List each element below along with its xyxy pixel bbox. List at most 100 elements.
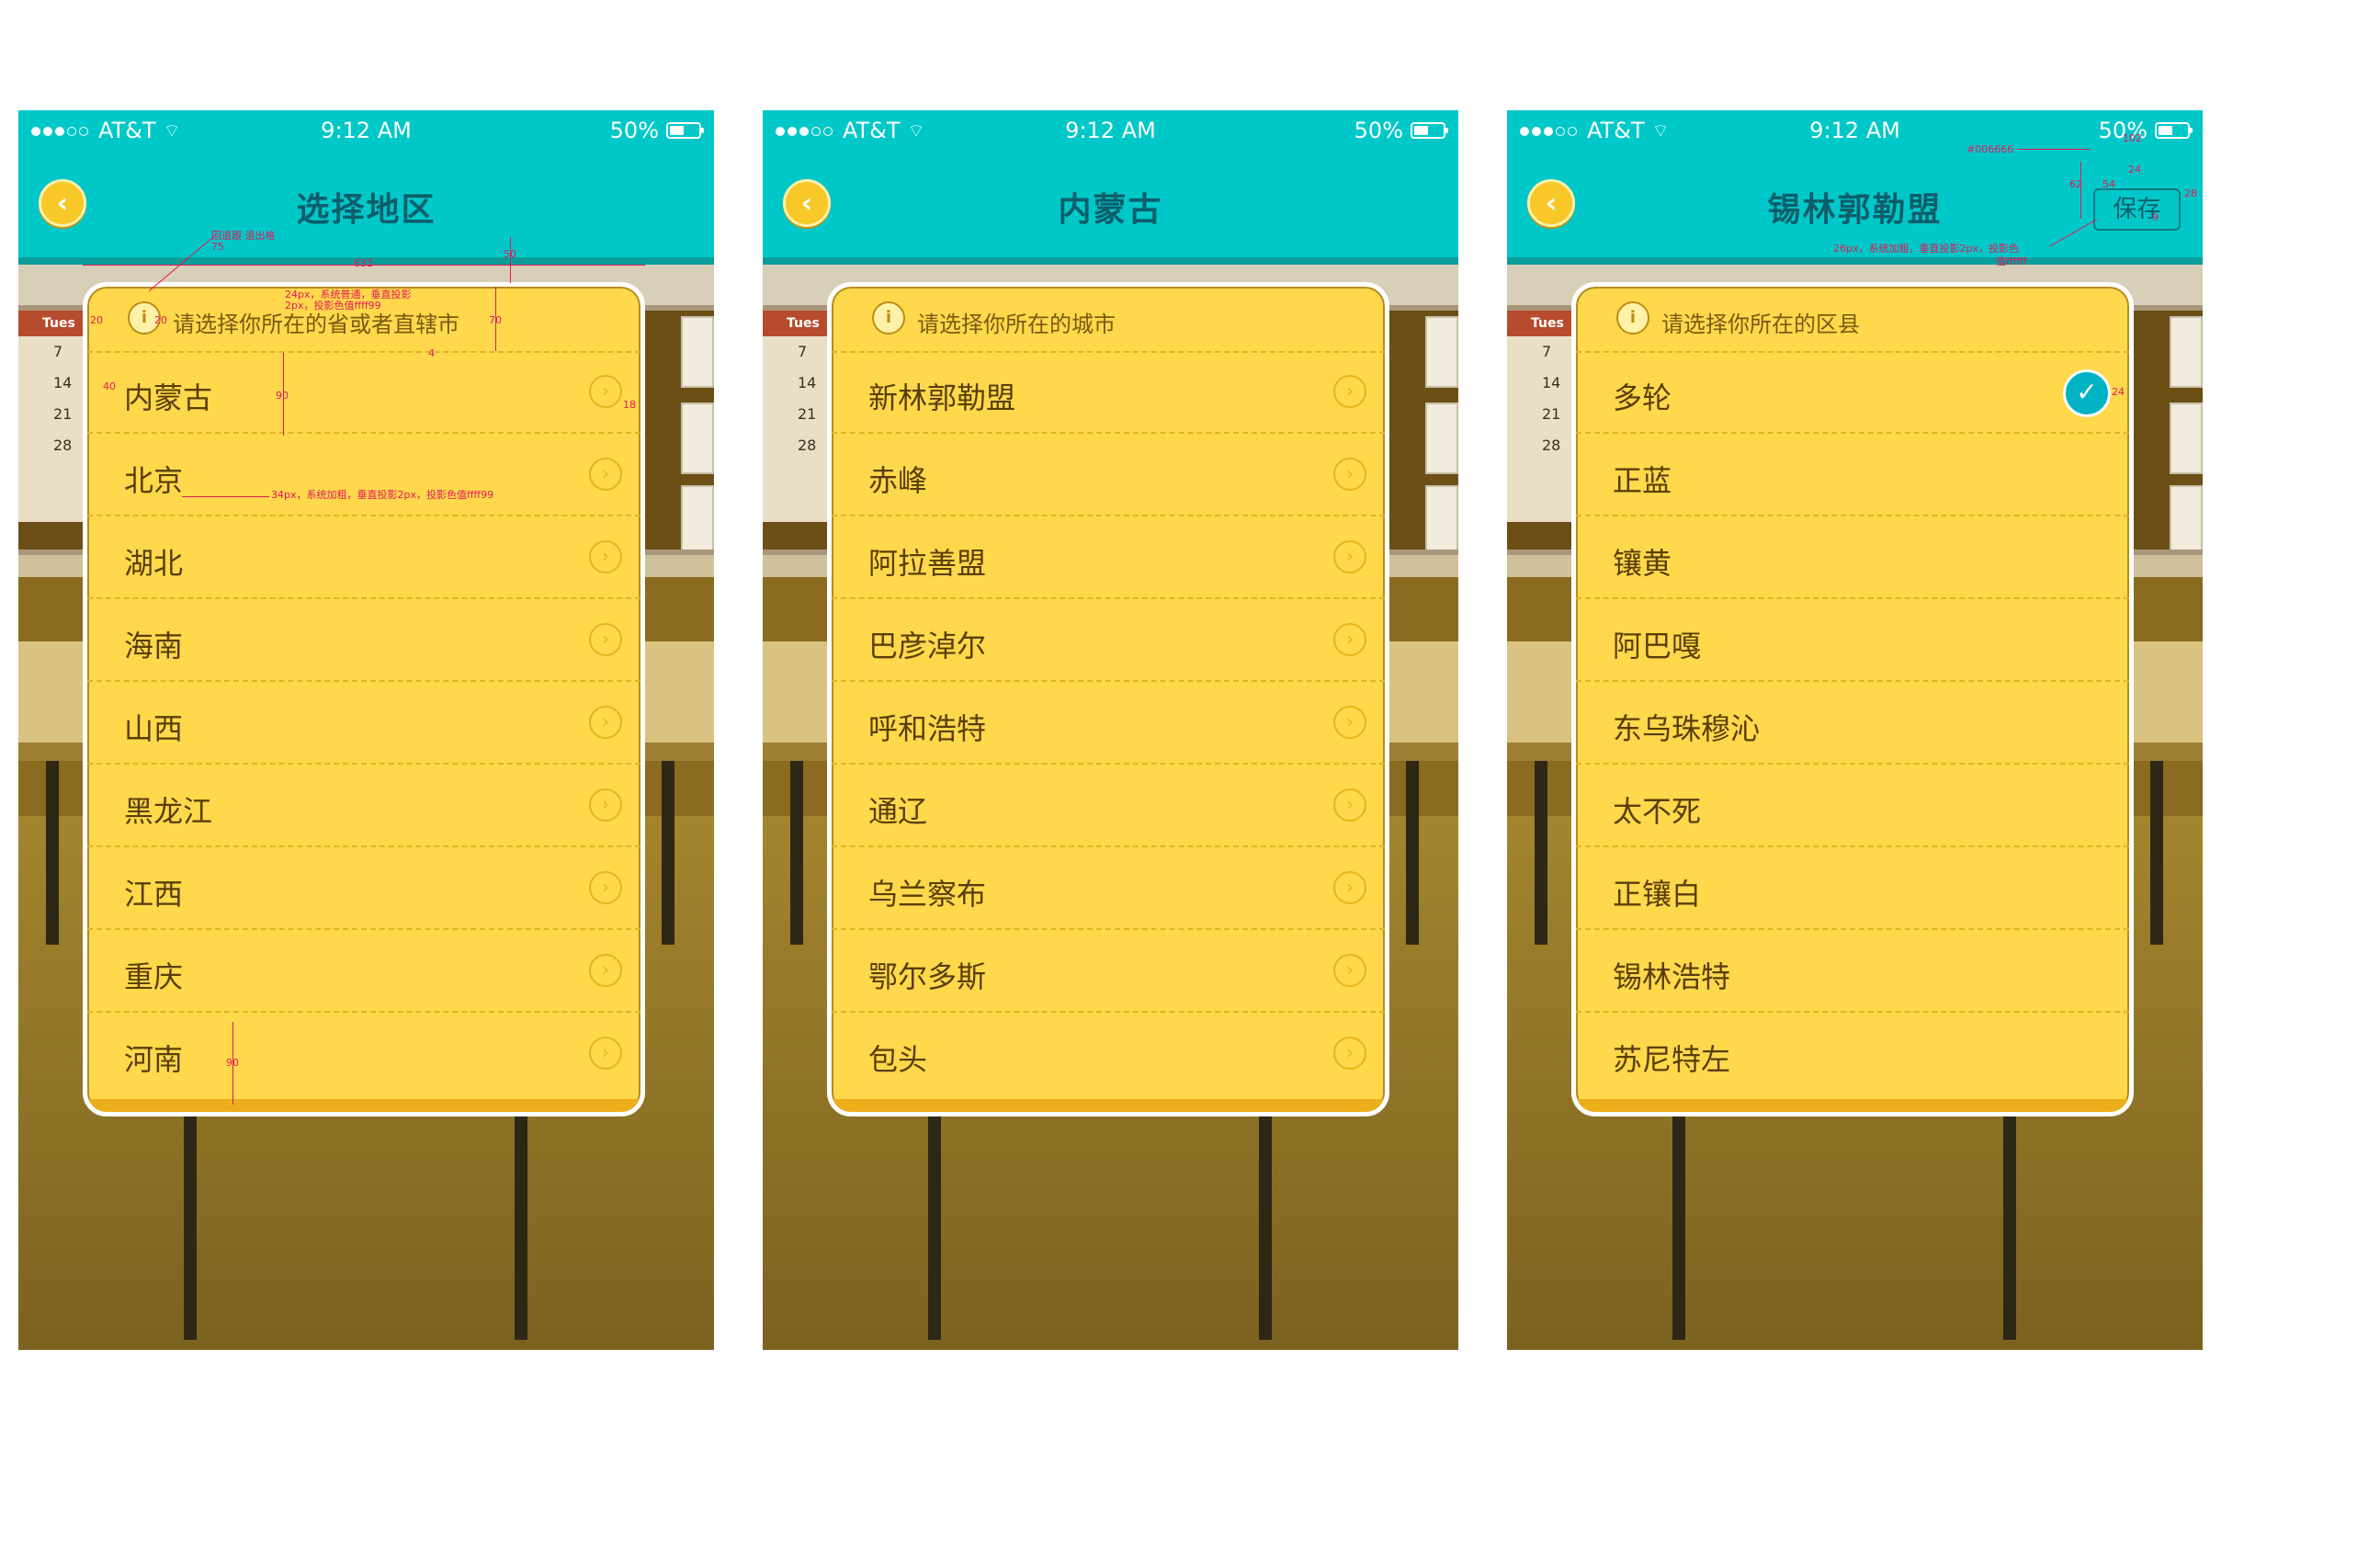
nav-bar: ‹ 内蒙古 bbox=[763, 152, 1458, 265]
annotation-line bbox=[182, 496, 269, 497]
list-item[interactable]: 江西 › bbox=[87, 847, 640, 930]
list-item[interactable]: 巴彦淖尔 › bbox=[832, 599, 1385, 682]
list-item[interactable]: 河南 › bbox=[87, 1013, 640, 1095]
annotation: 54 bbox=[2102, 178, 2115, 190]
dialog-hint: 请选择你所在的城市 bbox=[917, 312, 1116, 337]
list-item-label: 江西 bbox=[124, 877, 184, 912]
calendar-date: 14 bbox=[798, 374, 817, 391]
annotation: 9 bbox=[2152, 211, 2159, 223]
chevron-right-icon: › bbox=[589, 954, 622, 987]
annotation: #006666 bbox=[1966, 143, 2014, 155]
calendar-date: 28 bbox=[798, 436, 817, 454]
annotation-line bbox=[283, 353, 284, 436]
annotation-line bbox=[2080, 162, 2081, 219]
calendar-date: 21 bbox=[53, 405, 73, 423]
chevron-right-icon: › bbox=[1333, 871, 1366, 904]
list-item[interactable]: 东乌珠穆沁 bbox=[1576, 682, 2129, 765]
annotation: 24 bbox=[2112, 386, 2125, 398]
list-item-label: 北京 bbox=[124, 463, 184, 498]
wall-poster bbox=[1425, 316, 1458, 388]
desk-leg bbox=[46, 761, 59, 945]
desk-leg bbox=[662, 761, 674, 945]
list-item[interactable]: 海南 › bbox=[87, 599, 640, 682]
desk-leg bbox=[2150, 761, 2163, 945]
list-item-label: 太不死 bbox=[1613, 794, 1702, 829]
wall-poster bbox=[1425, 402, 1458, 474]
annotation-line bbox=[232, 1022, 233, 1105]
wall-poster bbox=[1425, 485, 1458, 557]
chevron-right-icon: › bbox=[1333, 788, 1366, 822]
annotation-line bbox=[495, 287, 496, 351]
wall-poster bbox=[2170, 402, 2203, 474]
list-item-label: 乌兰察布 bbox=[868, 877, 987, 912]
list-item-label: 苏尼特左 bbox=[1613, 1042, 1731, 1077]
list-item[interactable]: 鄂尔多斯 › bbox=[832, 930, 1385, 1013]
list-item[interactable]: 镶黄 bbox=[1576, 516, 2129, 599]
info-icon: i bbox=[872, 301, 905, 334]
list-item[interactable]: 山西 › bbox=[87, 682, 640, 765]
list-item-selected[interactable]: 多轮 ✓ bbox=[1576, 351, 2129, 434]
annotation: 2px，投影色值ffff99 bbox=[285, 300, 381, 312]
list-item[interactable]: 乌兰察布 › bbox=[832, 847, 1385, 930]
wall-poster bbox=[2170, 485, 2203, 557]
list-item-label: 阿拉善盟 bbox=[868, 546, 987, 581]
chevron-right-icon: › bbox=[1333, 1037, 1366, 1070]
battery-percent: 50% bbox=[609, 118, 659, 143]
list-item[interactable]: 内蒙古 › bbox=[87, 351, 640, 434]
list-item[interactable]: 阿拉善盟 › bbox=[832, 516, 1385, 599]
calendar-date: 28 bbox=[53, 436, 73, 454]
battery-icon bbox=[1411, 122, 1448, 139]
annotation: 40 bbox=[103, 380, 116, 392]
list-item[interactable]: 阿巴嘎 bbox=[1576, 599, 2129, 682]
region-picker-dialog: i 请选择你所在的省或者直辖市 内蒙古 › 北京 › 湖北 › 海南 › 山西 › 黑龙江… bbox=[83, 282, 645, 1117]
list-item-label: 鄂尔多斯 bbox=[868, 959, 987, 994]
nav-bar: ‹ 选择地区 bbox=[18, 152, 714, 265]
list-item-label: 呼和浩特 bbox=[868, 711, 987, 746]
annotation: 632 bbox=[354, 257, 373, 269]
list-item[interactable]: 正镶白 bbox=[1576, 847, 2129, 930]
list-item[interactable]: 苏尼特左 bbox=[1576, 1013, 2129, 1095]
calendar-date: 14 bbox=[53, 374, 73, 391]
list-item[interactable]: 新林郭勒盟 › bbox=[832, 351, 1385, 434]
list-item[interactable]: 重庆 › bbox=[87, 930, 640, 1013]
calendar-date: 28 bbox=[1542, 436, 1561, 454]
list-item[interactable]: 湖北 › bbox=[87, 516, 640, 599]
list-item[interactable]: 包头 › bbox=[832, 1013, 1385, 1095]
chevron-right-icon: › bbox=[589, 375, 622, 408]
save-button[interactable]: 保存 bbox=[2093, 188, 2181, 231]
list-item-label: 包头 bbox=[868, 1042, 928, 1077]
info-icon: i bbox=[1616, 301, 1649, 334]
list-item[interactable]: 北京 › bbox=[87, 434, 640, 516]
wall-poster bbox=[681, 485, 714, 557]
list-item[interactable]: 正蓝 bbox=[1576, 434, 2129, 516]
list-item-label: 多轮 bbox=[1613, 380, 1672, 415]
annotation: 18 bbox=[623, 399, 636, 411]
status-bar: AT&T ⌔ 9:12 AM 50% bbox=[763, 110, 1458, 152]
chevron-right-icon: › bbox=[589, 623, 622, 656]
annotation-line bbox=[510, 237, 511, 283]
list-item[interactable]: 太不死 bbox=[1576, 765, 2129, 847]
phone-screen-3: AT&T ⌔ 9:12 AM 50% ‹ 锡林郭勒盟 保存 Tues 7 14 … bbox=[1507, 110, 2203, 1350]
chevron-right-icon: › bbox=[1333, 706, 1366, 739]
wall-poster bbox=[681, 316, 714, 388]
list-item-label: 镶黄 bbox=[1613, 546, 1672, 581]
checkmark-icon: ✓ bbox=[2063, 369, 2111, 417]
list-item[interactable]: 黑龙江 › bbox=[87, 765, 640, 847]
phone-screen-1: AT&T ⌔ 9:12 AM 50% ‹ 选择地区 Tues 7 14 21 2… bbox=[18, 110, 714, 1350]
annotation: 20 bbox=[90, 314, 103, 326]
annotation: 28 bbox=[2184, 187, 2197, 199]
wall-poster bbox=[681, 402, 714, 474]
list-item[interactable]: 呼和浩特 › bbox=[832, 682, 1385, 765]
battery-icon bbox=[666, 122, 704, 139]
calendar: Tues 7 14 21 28 bbox=[1507, 311, 1571, 522]
list-item[interactable]: 赤峰 › bbox=[832, 434, 1385, 516]
list-item-label: 阿巴嘎 bbox=[1613, 629, 1702, 663]
desk-leg bbox=[1535, 761, 1547, 945]
list-item[interactable]: 通辽 › bbox=[832, 765, 1385, 847]
annotation: 102 bbox=[2123, 132, 2142, 144]
calendar-day: Tues bbox=[18, 311, 83, 336]
list-item-label: 湖北 bbox=[124, 546, 184, 581]
list-item[interactable]: 锡林浩特 bbox=[1576, 930, 2129, 1013]
list-item-label: 正蓝 bbox=[1613, 463, 1672, 498]
annotation-line bbox=[2017, 149, 2091, 150]
